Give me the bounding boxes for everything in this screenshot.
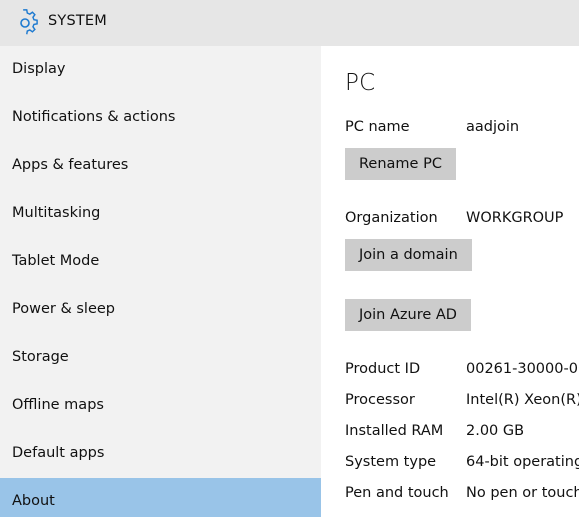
title-bar: SYSTEM <box>0 0 579 46</box>
join-azure-ad-button[interactable]: Join Azure AD <box>345 299 471 331</box>
pc-name-value: aadjoin <box>466 119 520 135</box>
processor-value: Intel(R) Xeon(R) C <box>466 392 579 408</box>
sidebar-item-notifications[interactable]: Notifications & actions <box>0 99 321 139</box>
sidebar-item-label: Display <box>12 61 66 77</box>
organization-value: WORKGROUP <box>466 210 564 226</box>
installed-ram-value: 2.00 GB <box>466 423 525 439</box>
product-id-value: 00261-30000-000 <box>466 361 579 377</box>
pen-touch-value: No pen or touch <box>466 485 579 501</box>
system-type-value: 64-bit operating <box>466 454 579 470</box>
sidebar-item-multitasking[interactable]: Multitasking <box>0 195 321 235</box>
sidebar-item-label: Default apps <box>12 445 105 461</box>
installed-ram-label: Installed RAM <box>345 423 444 439</box>
pen-touch-label: Pen and touch <box>345 485 449 501</box>
rename-pc-button[interactable]: Rename PC <box>345 148 456 180</box>
sidebar-item-label: Offline maps <box>12 397 104 413</box>
sidebar-item-label: Apps & features <box>12 157 129 173</box>
sidebar-item-offline-maps[interactable]: Offline maps <box>0 387 321 427</box>
gear-icon <box>20 9 38 35</box>
sidebar-item-label: Multitasking <box>12 205 101 221</box>
window-title: SYSTEM <box>48 13 107 29</box>
sidebar-item-power-sleep[interactable]: Power & sleep <box>0 291 321 331</box>
sidebar-item-label: Notifications & actions <box>12 109 176 125</box>
sidebar-item-apps-features[interactable]: Apps & features <box>0 147 321 187</box>
sidebar-item-label: Storage <box>12 349 69 365</box>
sidebar-item-display[interactable]: Display <box>0 51 321 91</box>
join-domain-button[interactable]: Join a domain <box>345 239 472 271</box>
sidebar-item-label: About <box>12 493 55 509</box>
sidebar-item-label: Power & sleep <box>12 301 115 317</box>
page-title: PC <box>345 70 376 96</box>
pc-name-label: PC name <box>345 119 410 135</box>
sidebar-item-storage[interactable]: Storage <box>0 339 321 379</box>
sidebar-item-tablet-mode[interactable]: Tablet Mode <box>0 243 321 283</box>
product-id-label: Product ID <box>345 361 421 377</box>
processor-label: Processor <box>345 392 415 408</box>
sidebar-item-label: Tablet Mode <box>12 253 100 269</box>
sidebar: Display Notifications & actions Apps & f… <box>0 46 321 517</box>
sidebar-item-about[interactable]: About <box>0 478 321 517</box>
system-type-label: System type <box>345 454 437 470</box>
sidebar-item-default-apps[interactable]: Default apps <box>0 435 321 475</box>
about-panel: PC PC name aadjoin Rename PC Organizatio… <box>321 46 579 517</box>
organization-label: Organization <box>345 210 438 226</box>
